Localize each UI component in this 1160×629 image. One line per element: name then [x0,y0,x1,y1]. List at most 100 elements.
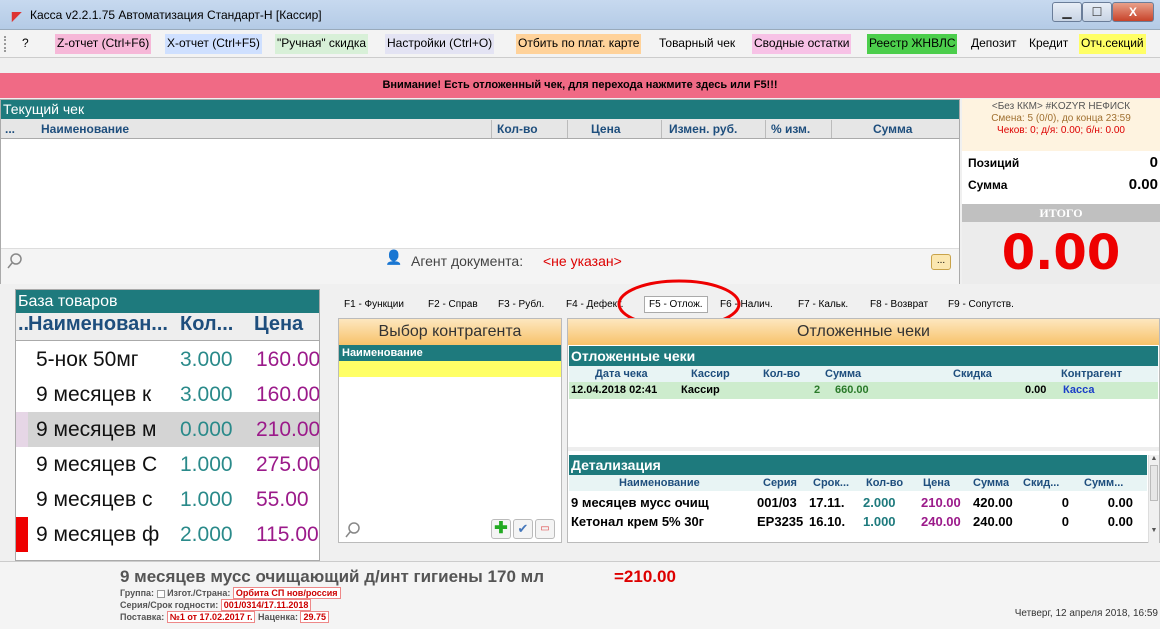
detail-row[interactable]: 9 месяцев мусс очищак 001/03 17.11. 2.000 21… [569,493,1147,511]
deferred-check-warning[interactable]: Внимание! Есть отложенный чек, для перех… [0,73,1160,98]
col-dots[interactable]: ... [5,122,15,136]
delete-button[interactable]: ▭ [535,519,555,539]
deferred-col-contragent[interactable]: Контрагент [1061,368,1122,380]
agent-icon: 👤 [385,249,403,265]
app-icon: ◤ [12,9,22,23]
tab-f9-related[interactable]: F9 - Сопутств. [948,299,1014,310]
deferred-checks-panel: Отложенные чеки Отложенные чеки Дата чек… [567,318,1160,543]
menu-item[interactable]: Отч.секций [1079,34,1146,54]
col-qty[interactable]: Кол-во [497,122,538,136]
goods-qty: 1.000 [180,453,233,476]
markup-value: 29.75 [300,611,330,623]
product-series-line: Серия/Срок годности: 001/0314/17.11.2018 [120,599,312,611]
goods-col-price[interactable]: Цена [254,313,303,336]
detail-name: Кетонал крем 5% 30г [571,514,705,529]
deferred-col-date[interactable]: Дата чека [595,368,648,380]
tab-f4-defect[interactable]: F4 - Дефект. [566,299,623,310]
sum-label: Сумма [968,178,1008,192]
detail-scrollbar[interactable]: ▲ ▼ [1148,455,1159,543]
splitter[interactable] [320,289,336,561]
detail-col-total[interactable]: Сумм... [1084,477,1123,489]
menu-item[interactable]: Z-отчет (Ctrl+F6) [55,34,152,54]
col-price[interactable]: Цена [591,122,621,136]
menu-item[interactable]: "Ручная" скидка [275,34,369,54]
detail-col-price[interactable]: Цена [923,477,950,489]
tab-f8-return[interactable]: F8 - Возврат [870,299,928,310]
menu-item[interactable]: X-отчет (Ctrl+F5) [165,34,262,54]
detail-price: 240.00 [921,514,961,529]
detail-col-qty[interactable]: Кол-во [866,477,903,489]
goods-price: 275.00 [256,453,320,476]
current-check-panel: Текущий чек ... Наименование Кол-во Цена… [0,99,960,284]
deferred-check-row[interactable]: 12.04.2018 02:41 Кассир 2 660.00 0.00 Ка… [569,382,1158,399]
search-icon[interactable] [7,253,23,269]
deferred-col-discount[interactable]: Скидка [953,368,992,380]
agent-value[interactable]: <не указан> [543,253,622,269]
goods-row[interactable]: 9 месяцев ф 2.000 115.00 [16,517,319,552]
menu-item[interactable]: Отбить по плат. карте [516,34,642,54]
detail-col-term[interactable]: Срок... [813,477,849,489]
contragent-selected-row[interactable] [339,361,561,377]
maximize-button[interactable]: ☐ [1082,2,1112,22]
supply-label: Поставка: [120,612,165,622]
scroll-down-icon[interactable]: ▼ [1149,527,1159,534]
detail-col-discount[interactable]: Скид... [1023,477,1059,489]
detail-row[interactable]: Кетонал крем 5% 30г EP3235 16.10. 1.000 240.… [569,512,1147,530]
add-button[interactable]: ✚ [491,519,511,539]
goods-qty: 2.000 [180,523,233,546]
goods-row[interactable]: 5-нок 50мг 3.000 160.00 [16,342,319,377]
col-sum[interactable]: Сумма [873,122,912,136]
scroll-up-icon[interactable]: ▲ [1149,455,1159,462]
goods-row[interactable]: 9 месяцев с 1.000 55.00 [16,482,319,517]
detail-series: 001/03 [757,495,797,510]
minimize-button[interactable]: ▁ [1052,2,1082,22]
goods-row[interactable]: 9 месяцев к 3.000 160.00 [16,377,319,412]
detail-col-series[interactable]: Серия [763,477,797,489]
tab-f2-reference[interactable]: F2 - Справ [428,299,478,310]
menu-item[interactable]: Товарный чек [657,34,738,54]
menu-item[interactable]: Настройки (Ctrl+O) [385,34,495,54]
menu-item[interactable]: Сводные остатки [752,34,852,54]
check-button[interactable]: ✔ [513,519,533,539]
deferred-col-qty[interactable]: Кол-во [763,368,800,380]
detail-term: 16.10. [809,514,846,529]
product-supply-line: Поставка: №1 от 17.02.2017 г. Наценка: 2… [120,611,330,623]
goods-row[interactable]: 9 месяцев м 0.000 210.00 [16,412,319,447]
detail-disc: 0 [1061,514,1069,529]
search-icon[interactable] [345,522,361,538]
contragent-title: Выбор контрагента [339,319,561,345]
row-marker [16,517,28,552]
detail-col-sum[interactable]: Сумма [973,477,1009,489]
tab-f3-rubles[interactable]: F3 - Рубл. [498,299,544,310]
goods-qty: 0.000 [180,418,233,441]
group-label: Группа: [120,588,155,598]
goods-base-title: База товаров [16,290,319,313]
agent-label: Агент документа: [411,253,524,269]
tab-f1-functions[interactable]: F1 - Функции [344,299,404,310]
detail-total: 0.00 [1107,514,1133,529]
goods-price: 115.00 [256,523,319,546]
close-button[interactable]: X [1112,2,1154,22]
detail-col-name[interactable]: Наименование [619,477,700,489]
tab-f7-calc[interactable]: F7 - Кальк. [798,299,848,310]
menu-item[interactable]: Кредит [1027,34,1071,54]
col-change-rub[interactable]: Измен. руб. [669,122,737,136]
deferred-cashier: Кассир [681,384,720,396]
menu-item[interactable]: ? [20,34,31,54]
goods-row[interactable]: 9 месяцев С 1.000 275.00 [16,447,320,482]
deferred-sum: 660.00 [835,384,869,396]
menu-item[interactable]: Реестр ЖНВЛС [867,34,958,54]
goods-col-qty[interactable]: Кол... [180,313,233,336]
scroll-thumb[interactable] [1150,465,1158,501]
panel-splitter[interactable] [568,447,1159,451]
contragent-col-name[interactable]: Наименование [339,345,561,361]
agent-more-button[interactable]: ... [931,254,951,270]
deferred-col-cashier[interactable]: Кассир [691,368,730,380]
menu-item[interactable]: Депозит [969,34,1019,54]
goods-col-name[interactable]: Наименован... [28,313,168,336]
group-checkbox [156,589,165,598]
detail-series: EP3235 [757,514,804,529]
col-change-pct[interactable]: % изм. [771,122,810,136]
col-name[interactable]: Наименование [41,122,129,136]
deferred-col-sum[interactable]: Сумма [825,368,861,380]
